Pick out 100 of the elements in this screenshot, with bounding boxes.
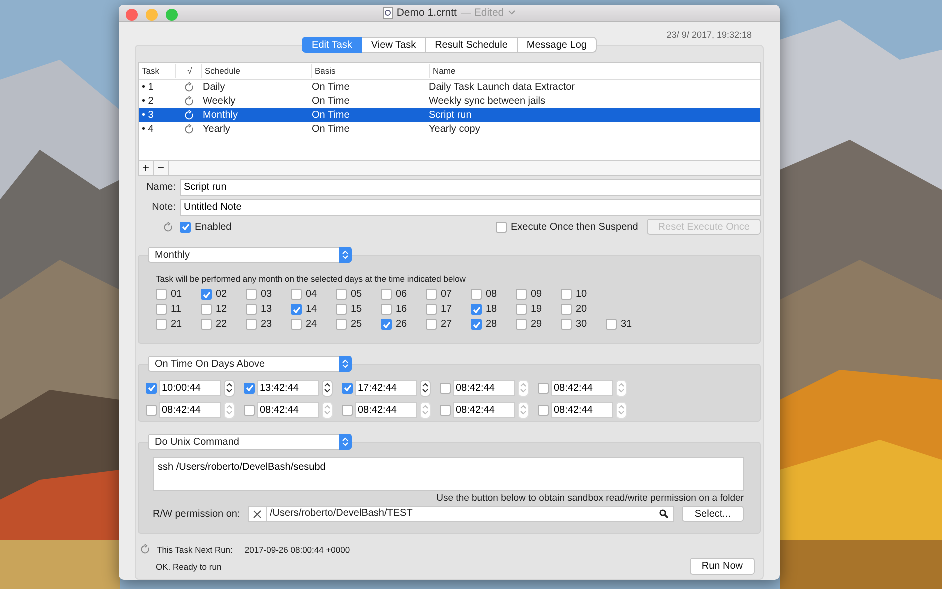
table-cell-text: Yearly xyxy=(202,124,232,134)
day-checkbox[interactable] xyxy=(606,319,617,330)
time-field[interactable]: 08:42:44 xyxy=(453,402,515,418)
action-dropdown[interactable]: Do Unix Command xyxy=(148,434,352,450)
table-row[interactable]: • 2 Weekly On Time Weekly sync between jails xyxy=(139,94,760,108)
note-field[interactable]: Untitled Note xyxy=(180,199,761,216)
day-checkbox[interactable] xyxy=(471,319,482,330)
day-checkbox[interactable] xyxy=(561,289,572,300)
stepper[interactable] xyxy=(322,380,333,396)
time-checkbox[interactable] xyxy=(440,382,451,394)
day-checkbox[interactable] xyxy=(561,304,572,315)
table-row[interactable]: • 1 Daily On Time Daily Task Launch data Extractor xyxy=(139,80,760,94)
day-checkbox[interactable] xyxy=(156,319,167,330)
day-checkbox[interactable] xyxy=(471,304,482,315)
select-button[interactable]: Select... xyxy=(682,506,744,522)
day-checkbox[interactable] xyxy=(516,289,527,300)
schedule-dropdown[interactable]: Monthly xyxy=(148,247,352,263)
column-header[interactable]: √ xyxy=(176,64,202,78)
command-field[interactable]: ssh /Users/roberto/DevelBash/sesubd xyxy=(153,457,744,491)
time-checkbox[interactable] xyxy=(244,382,255,394)
repeat-icon xyxy=(140,544,151,555)
search-icon[interactable] xyxy=(658,509,669,519)
field-label: Name: xyxy=(146,182,176,193)
day-checkbox[interactable] xyxy=(156,304,167,315)
time-field[interactable]: 08:42:44 xyxy=(159,402,221,418)
day-checkbox[interactable] xyxy=(426,304,437,315)
time-field[interactable]: 08:42:44 xyxy=(551,380,613,396)
time-field[interactable]: 10:00:44 xyxy=(159,380,221,396)
day-checkbox[interactable] xyxy=(381,304,392,315)
table-cell-text: Weekly sync between jails xyxy=(428,96,547,106)
run-now-button[interactable]: Run Now xyxy=(690,558,755,575)
day-label: 07 xyxy=(441,289,452,300)
day-checkbox[interactable] xyxy=(471,289,482,300)
day-checkbox[interactable] xyxy=(201,319,212,330)
day-checkbox[interactable] xyxy=(336,319,347,330)
column-header[interactable]: Name xyxy=(430,64,760,78)
path-field[interactable]: /Users/roberto/DevelBash/TEST xyxy=(248,506,674,522)
column-header[interactable]: Schedule xyxy=(202,64,312,78)
name-field[interactable]: Script run xyxy=(180,179,761,196)
time-field[interactable]: 08:42:44 xyxy=(453,380,515,396)
day-checkbox[interactable] xyxy=(201,289,212,300)
day-checkbox[interactable] xyxy=(336,289,347,300)
timestamp: 23/ 9/ 2017, 19:32:18 xyxy=(666,30,752,42)
time-field[interactable]: 08:42:44 xyxy=(355,402,417,418)
day-checkbox[interactable] xyxy=(246,304,257,315)
column-header[interactable]: Basis xyxy=(312,64,430,78)
day-checkbox[interactable] xyxy=(516,319,527,330)
tab[interactable]: Message Log xyxy=(518,37,597,53)
repeat-icon xyxy=(184,110,194,120)
repeat-icon xyxy=(163,222,174,232)
hint-text: Use the button below to obtain sandbox read/write permission on a folder xyxy=(436,493,744,504)
time-field[interactable]: 08:42:44 xyxy=(551,402,613,418)
day-checkbox[interactable] xyxy=(291,289,302,300)
table-cell-text: Yearly copy xyxy=(428,124,482,134)
day-label: 19 xyxy=(531,304,542,315)
stepper[interactable] xyxy=(420,380,431,396)
column-header[interactable]: Task xyxy=(139,64,176,78)
time-field[interactable]: 13:42:44 xyxy=(257,380,319,396)
day-label: 08 xyxy=(486,289,498,300)
table-row[interactable]: • 3 Monthly On Time Script run xyxy=(139,108,760,122)
time-checkbox[interactable] xyxy=(342,382,353,394)
time-mode-dropdown[interactable]: On Time On Days Above xyxy=(148,356,352,372)
close-icon[interactable] xyxy=(126,9,138,21)
day-checkbox[interactable] xyxy=(561,319,572,330)
day-label: 16 xyxy=(396,304,408,315)
day-checkbox[interactable] xyxy=(156,289,167,300)
time-checkbox[interactable] xyxy=(342,404,353,416)
day-checkbox[interactable] xyxy=(246,289,257,300)
day-checkbox[interactable] xyxy=(426,319,437,330)
time-checkbox[interactable] xyxy=(146,382,157,394)
time-checkbox[interactable] xyxy=(146,404,157,416)
chevron-icon[interactable] xyxy=(508,10,516,16)
enabled-checkbox[interactable] xyxy=(180,222,191,232)
day-checkbox[interactable] xyxy=(381,289,392,300)
next-run-label: This Task Next Run: xyxy=(157,544,233,554)
day-checkbox[interactable] xyxy=(336,304,347,315)
table-row[interactable]: • 4 Yearly On Time Yearly copy xyxy=(139,122,760,136)
execute-once-checkbox[interactable] xyxy=(496,222,507,232)
minimize-icon[interactable] xyxy=(146,9,158,21)
day-checkbox[interactable] xyxy=(291,319,302,330)
day-checkbox[interactable] xyxy=(246,319,257,330)
tab[interactable]: Result Schedule xyxy=(426,37,518,53)
stepper[interactable] xyxy=(224,380,235,396)
time-checkbox[interactable] xyxy=(244,404,255,416)
time-checkbox[interactable] xyxy=(538,404,549,416)
day-checkbox[interactable] xyxy=(516,304,527,315)
tab[interactable]: View Task xyxy=(362,37,426,53)
description: Task will be performed any month on the selected days at the time indicated below xyxy=(156,274,467,284)
time-field[interactable]: 17:42:44 xyxy=(355,380,417,396)
zoom-icon[interactable] xyxy=(166,9,178,21)
table-cell-text: Script run xyxy=(428,110,473,120)
time-field[interactable]: 08:42:44 xyxy=(257,402,319,418)
day-checkbox[interactable] xyxy=(291,304,302,315)
clear-icon[interactable] xyxy=(253,510,262,518)
day-label: 29 xyxy=(531,319,542,330)
day-checkbox[interactable] xyxy=(381,319,392,330)
time-checkbox[interactable] xyxy=(538,382,549,394)
day-checkbox[interactable] xyxy=(426,289,437,300)
time-checkbox[interactable] xyxy=(440,404,451,416)
day-checkbox[interactable] xyxy=(201,304,212,315)
